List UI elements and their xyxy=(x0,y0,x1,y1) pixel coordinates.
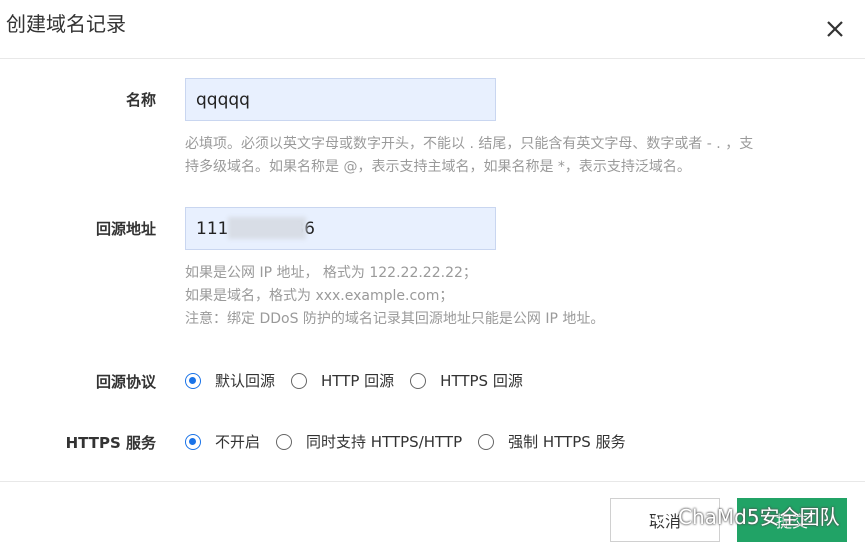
radio-unchecked-icon[interactable] xyxy=(410,372,427,389)
redacted-region xyxy=(228,217,306,239)
radio-checked-icon[interactable] xyxy=(185,433,201,450)
radio-https-both[interactable]: 同时支持 HTTPS/HTTP xyxy=(276,431,462,452)
dialog-header: 创建域名记录 xyxy=(0,0,865,59)
close-icon[interactable] xyxy=(822,16,848,42)
origin-label: 回源地址 xyxy=(95,220,156,238)
protocol-label: 回源协议 xyxy=(95,373,156,391)
radio-protocol-https[interactable]: HTTPS 回源 xyxy=(410,370,523,391)
radio-checked-icon[interactable] xyxy=(185,372,201,389)
https-service-label: HTTPS 服务 xyxy=(65,434,156,452)
radio-unchecked-icon[interactable] xyxy=(276,433,293,450)
radio-protocol-default[interactable]: 默认回源 xyxy=(185,370,275,391)
radio-https-off[interactable]: 不开启 xyxy=(185,431,260,452)
radio-unchecked-icon[interactable] xyxy=(291,372,308,389)
protocol-radio-group: 默认回源 HTTP 回源 HTTPS 回源 xyxy=(185,370,539,391)
name-label: 名称 xyxy=(125,91,156,109)
radio-https-force[interactable]: 强制 HTTPS 服务 xyxy=(478,431,626,452)
https-service-radio-group: 不开启 同时支持 HTTPS/HTTP 强制 HTTPS 服务 xyxy=(185,431,642,452)
wechat-icon xyxy=(646,504,672,525)
name-help: 必填项。必须以英文字母或数字开头，不能以 . 结尾，只能含有英文字母、数字或者 … xyxy=(185,136,754,175)
radio-protocol-http[interactable]: HTTP 回源 xyxy=(291,370,394,391)
origin-help: 如果是公网 IP 地址， 格式为 122.22.22.22； 如果是域名，格式为… xyxy=(185,265,605,327)
footer-divider xyxy=(0,481,865,482)
radio-unchecked-icon[interactable] xyxy=(478,433,495,450)
watermark: ChaMd5安全团队 xyxy=(644,500,840,530)
name-input[interactable] xyxy=(185,78,496,121)
dialog-title: 创建域名记录 xyxy=(6,12,126,36)
